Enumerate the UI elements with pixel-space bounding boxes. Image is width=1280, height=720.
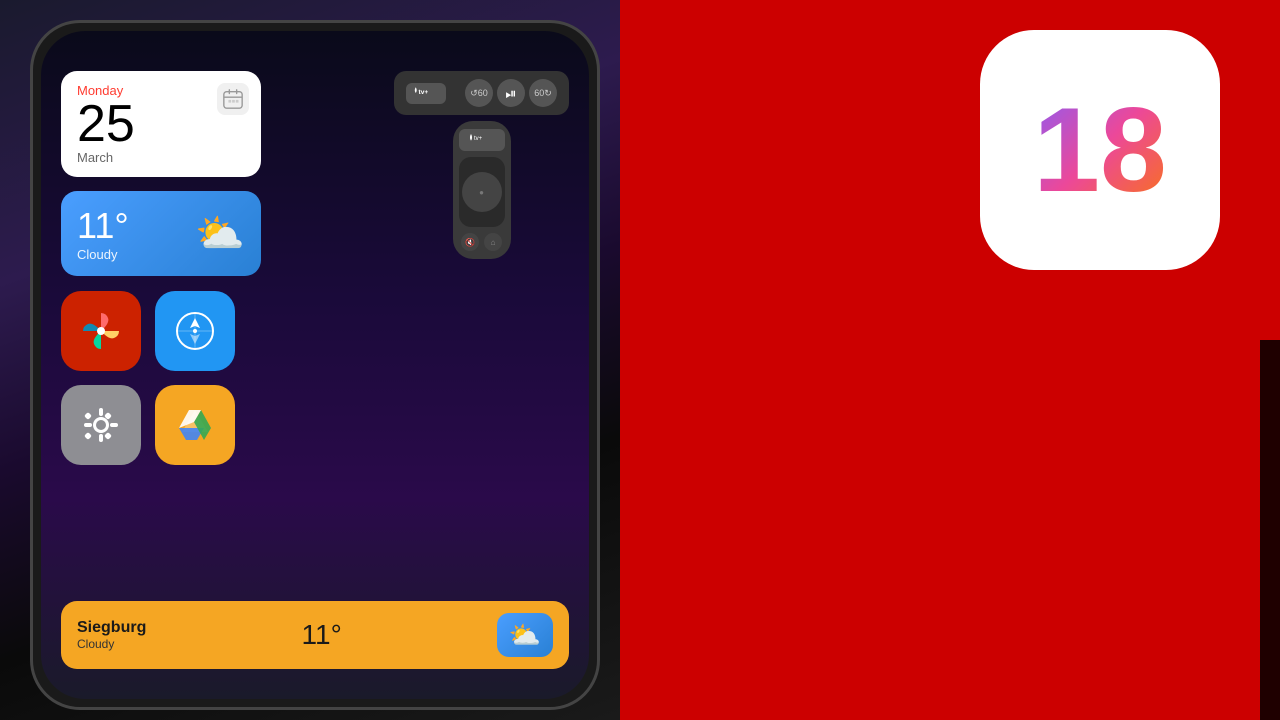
svg-text:tv+: tv+ — [474, 136, 483, 142]
bottom-weather-cloud-icon: ⛅ — [497, 613, 553, 657]
remote-home-button[interactable]: ⌂ — [484, 233, 502, 251]
drive-app-icon[interactable] — [155, 385, 235, 465]
phone-frame: Monday 25 March — [30, 20, 600, 710]
media-controls[interactable]: tv+ ↺60 ⏯ 60↻ — [394, 71, 569, 259]
remote-appletv-label: tv+ — [459, 129, 505, 151]
weather-temperature: 11° — [77, 205, 129, 247]
weather-widget[interactable]: 11° Cloudy ⛅ — [61, 191, 261, 276]
right-side: 18 HOME SCREEN CUSTOMIZATION FEATURES ! — [620, 0, 1280, 720]
skip-forward-button[interactable]: 60↻ — [529, 79, 557, 107]
pinwheel-app-icon[interactable] — [61, 291, 141, 371]
weather-description: Cloudy — [77, 247, 129, 262]
weather-condition: Cloudy — [77, 637, 146, 651]
settings-app-icon[interactable] — [61, 385, 141, 465]
play-pause-button[interactable]: ⏯ — [497, 79, 525, 107]
svg-text:tv+: tv+ — [419, 88, 429, 95]
ios18-app-icon: 18 — [980, 30, 1220, 270]
weather-cloud-icon: ⛅ — [195, 210, 245, 257]
skip-back-button[interactable]: ↺60 — [465, 79, 493, 107]
remote-d-pad[interactable]: ● — [459, 157, 505, 227]
remote-circle-button[interactable]: ● — [462, 172, 502, 212]
remote-mute-button[interactable]: 🔇 — [461, 233, 479, 251]
bottom-weather-location: Siegburg Cloudy — [77, 619, 146, 651]
weather-info: 11° Cloudy — [77, 205, 129, 262]
title-area: HOME SCREEN CUSTOMIZATION FEATURES ! — [1260, 340, 1280, 720]
phone-screen: Monday 25 March — [41, 31, 589, 699]
bottom-weather-temp: 11° — [302, 619, 342, 651]
media-buttons[interactable]: ↺60 ⏯ 60↻ — [465, 79, 557, 107]
weather-city: Siegburg — [77, 619, 146, 637]
appletv-logo: tv+ — [406, 83, 446, 104]
app-grid — [61, 291, 235, 465]
ios18-number: 18 — [1033, 90, 1166, 210]
apple-tv-remote[interactable]: tv+ ● 🔇 ⌂ — [453, 121, 511, 259]
appletv-widget[interactable]: tv+ ↺60 ⏯ 60↻ — [394, 71, 569, 115]
calendar-icon — [217, 83, 249, 115]
calendar-month: March — [77, 150, 245, 165]
safari-app-icon[interactable] — [155, 291, 235, 371]
bottom-weather-bar[interactable]: Siegburg Cloudy 11° ⛅ — [61, 601, 569, 669]
calendar-widget[interactable]: Monday 25 March — [61, 71, 261, 177]
